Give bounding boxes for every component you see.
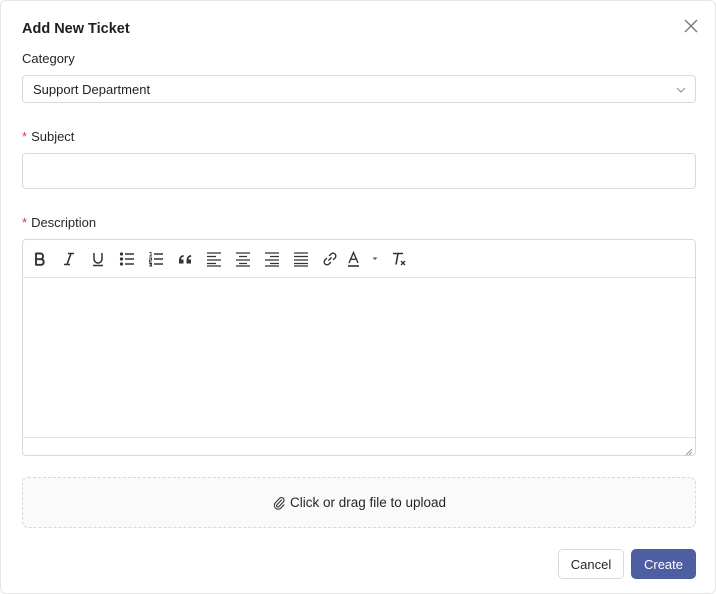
upload-label: Click or drag file to upload (289, 495, 447, 510)
close-icon[interactable] (682, 17, 700, 35)
align-justify-icon[interactable] (290, 248, 312, 270)
dialog-title: Add New Ticket (22, 21, 130, 37)
subject-label: * Subject (22, 129, 74, 144)
blockquote-icon[interactable] (174, 248, 196, 270)
add-ticket-dialog: Add New Ticket Category Support Departme… (0, 0, 716, 594)
subject-label-text: Subject (31, 129, 75, 144)
file-upload-dropzone[interactable]: Click or drag file to upload (22, 477, 696, 528)
chevron-down-icon (675, 83, 687, 95)
category-select[interactable]: Support Department (22, 75, 696, 103)
align-right-icon[interactable] (261, 248, 283, 270)
link-icon[interactable] (319, 248, 341, 270)
description-label: * Description (22, 215, 96, 230)
category-label: Category (22, 51, 75, 66)
paperclip-icon (273, 496, 285, 510)
bullet-list-icon[interactable] (116, 248, 138, 270)
resize-grip-icon[interactable] (683, 443, 693, 456)
required-mark: * (22, 215, 28, 230)
bold-icon[interactable] (29, 248, 51, 270)
align-center-icon[interactable] (232, 248, 254, 270)
clear-format-icon[interactable] (388, 248, 410, 270)
italic-icon[interactable] (58, 248, 80, 270)
cancel-button[interactable]: Cancel (558, 549, 624, 579)
text-color-icon[interactable] (346, 248, 380, 270)
editor-toolbar (23, 240, 695, 278)
create-button[interactable]: Create (631, 549, 696, 579)
numbered-list-icon[interactable] (145, 248, 167, 270)
category-selected-value: Support Department (33, 82, 151, 97)
description-text-area[interactable] (23, 277, 695, 438)
align-left-icon[interactable] (203, 248, 225, 270)
description-label-text: Description (31, 215, 97, 230)
required-mark: * (22, 129, 28, 144)
editor-statusbar (23, 437, 695, 456)
subject-input[interactable] (22, 153, 696, 189)
description-editor (22, 239, 696, 456)
underline-icon[interactable] (87, 248, 109, 270)
